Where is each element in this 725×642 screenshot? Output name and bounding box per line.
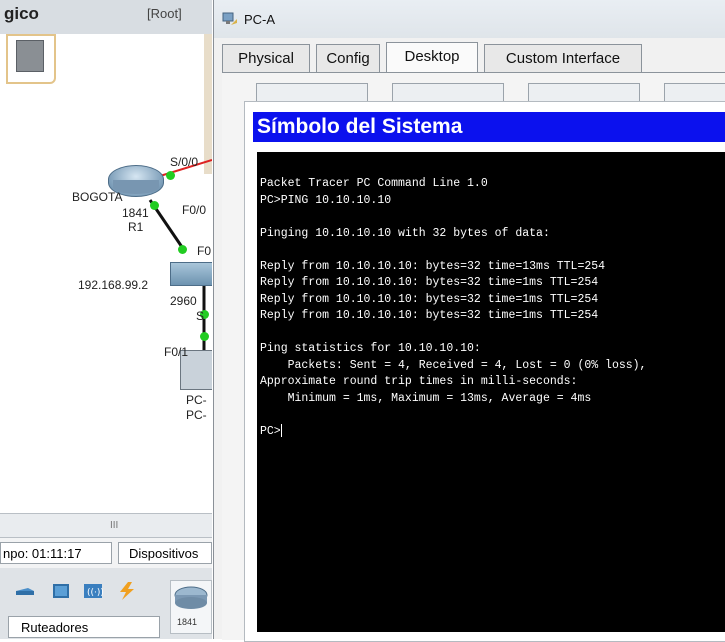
- tab-physical[interactable]: Physical: [222, 44, 310, 72]
- topology-links: [148, 159, 212, 350]
- terminal-text: Packet Tracer PC Command Line 1.0 PC>PIN…: [260, 177, 647, 405]
- router-category-icon[interactable]: [14, 582, 36, 600]
- text-cursor: [280, 423, 282, 437]
- command-prompt-title: Símbolo del Sistema: [257, 115, 463, 138]
- router-model-tile-label: 1841: [177, 617, 198, 627]
- tab-custom-interface[interactable]: Custom Interface: [484, 44, 642, 72]
- router-port-label: F0/0: [182, 203, 207, 217]
- scrollbar-grip[interactable]: III: [110, 520, 118, 531]
- devices-tab[interactable]: Dispositivos: [118, 542, 212, 564]
- logical-workspace[interactable]: gico [Root] S/0/0 BOGOTA 1841 R1 F0/0 F0…: [0, 0, 212, 513]
- terminal[interactable]: Packet Tracer PC Command Line 1.0 PC>PIN…: [257, 152, 725, 632]
- device-category-label: Ruteadores: [8, 616, 160, 638]
- desktop-panel: Símbolo del Sistema Packet Tracer PC Com…: [222, 72, 725, 642]
- tab-config[interactable]: Config: [316, 44, 380, 72]
- link-status-dot: [178, 245, 187, 254]
- terminal-output[interactable]: Packet Tracer PC Command Line 1.0 PC>PIN…: [260, 176, 646, 440]
- status-row: npo: 01:11:17 Dispositivos: [0, 537, 212, 568]
- link-status-dot: [200, 332, 209, 341]
- tab-desktop[interactable]: Desktop: [386, 42, 478, 73]
- pc-name-label: PC-: [186, 393, 207, 407]
- switch-icon[interactable]: [170, 262, 212, 286]
- wireless-category-icon[interactable]: ((·)): [82, 582, 104, 600]
- router-icon: [174, 586, 208, 609]
- link-status-dot: [166, 171, 175, 180]
- switch-model-label: 2960: [170, 294, 197, 308]
- tab-bar: Physical Config Desktop Custom Interface: [222, 42, 725, 73]
- pc-a-window[interactable]: PC-A Physical Config Desktop Custom Inte…: [213, 0, 725, 642]
- command-prompt-header: Símbolo del Sistema: [253, 112, 725, 142]
- window-titlebar[interactable]: PC-A: [214, 0, 725, 38]
- pc-name-label: PC-: [186, 408, 207, 422]
- switch-suffix-label: S: [196, 309, 205, 323]
- switch-port-label: F0: [197, 244, 212, 258]
- pc-window-icon: [222, 12, 237, 25]
- command-prompt-app: Símbolo del Sistema Packet Tracer PC Com…: [244, 101, 725, 642]
- connections-category-icon[interactable]: [116, 582, 138, 600]
- horizontal-scrollbar[interactable]: III: [0, 513, 212, 538]
- terminal-prompt: PC>: [260, 424, 281, 438]
- router-model-label: 1841: [122, 206, 149, 220]
- router-name-label: BOGOTA: [72, 190, 123, 204]
- link-status-dot: [150, 201, 159, 210]
- svg-text:((·)): ((·)): [87, 588, 104, 598]
- pc-port-label: F0/1: [164, 345, 189, 359]
- router-model-tile[interactable]: 1841: [170, 580, 212, 634]
- ip-address-label: 192.168.99.2: [78, 278, 149, 292]
- switch-category-icon[interactable]: [50, 582, 72, 600]
- simulation-time: npo: 01:11:17: [0, 542, 112, 564]
- serial-port-label: S/0/0: [170, 155, 199, 169]
- window-title: PC-A: [244, 12, 276, 27]
- router-id-label: R1: [128, 220, 144, 234]
